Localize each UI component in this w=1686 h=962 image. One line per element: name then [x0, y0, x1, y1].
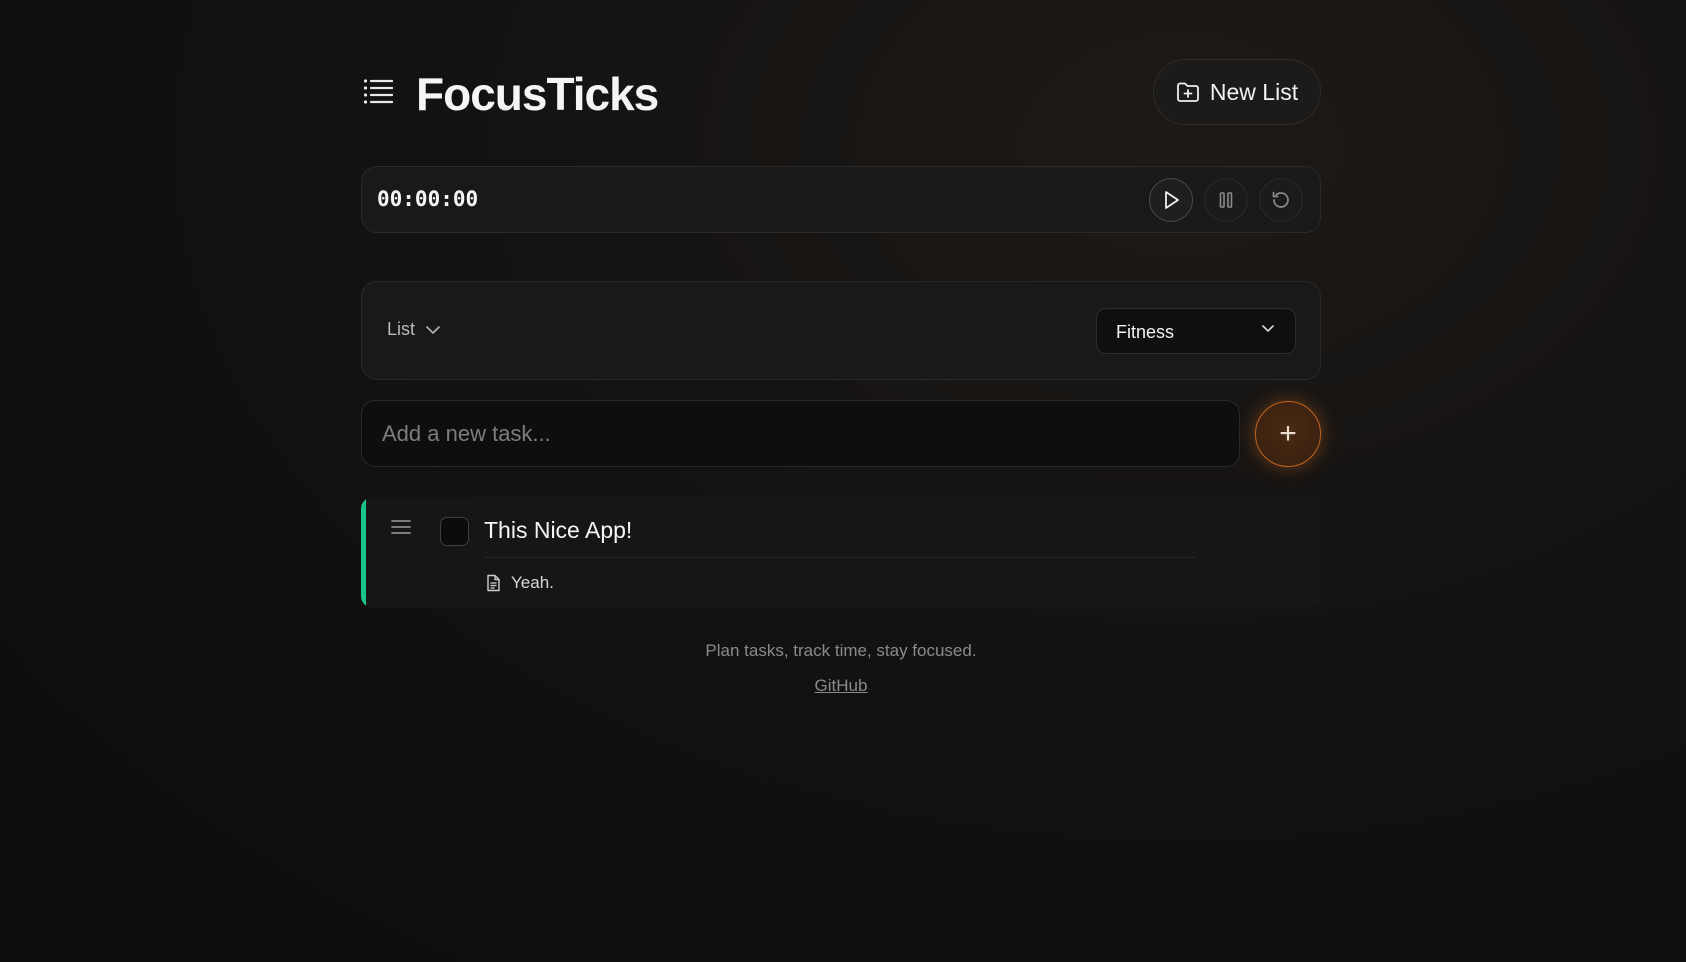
new-list-button[interactable]: New List [1153, 59, 1321, 125]
list-select[interactable]: Fitness [1096, 308, 1296, 354]
task-note: Yeah. [511, 573, 554, 592]
list-selector-card: List Fitness [361, 281, 1321, 380]
play-icon [1165, 191, 1179, 209]
footer-tagline: Plan tasks, track time, stay focused. [705, 641, 977, 660]
drag-handle-icon [391, 520, 411, 534]
github-link[interactable]: GitHub [815, 676, 868, 695]
drag-handle[interactable] [391, 519, 411, 540]
header: FocusTicks New List [361, 59, 1321, 125]
folder-plus-icon [1176, 82, 1199, 102]
task-title[interactable]: This Nice App! [484, 517, 632, 544]
chevron-down-icon [1262, 325, 1274, 332]
list-toggle-label: List [387, 319, 416, 339]
plus-icon: + [1279, 417, 1297, 450]
footer-link-container: GitHub [361, 676, 1321, 696]
play-button[interactable] [1149, 178, 1193, 222]
task-divider [484, 557, 1196, 558]
list-select-value: Fitness [1116, 322, 1175, 342]
task-checkbox[interactable] [440, 517, 469, 546]
menu-button[interactable] [363, 78, 394, 106]
new-task-input[interactable] [361, 400, 1240, 467]
task-item: This Nice App! Yeah. [361, 497, 1321, 608]
note-icon [487, 574, 500, 592]
app-title: FocusTicks [416, 68, 659, 120]
add-task-button[interactable]: + [1255, 401, 1321, 467]
new-list-label: New List [1209, 78, 1299, 105]
list-toggle[interactable]: List [387, 319, 441, 340]
timer-display: 00:00:00 [377, 187, 479, 211]
pause-button[interactable] [1204, 178, 1248, 222]
menu-list-icon [363, 79, 394, 104]
timer-card: 00:00:00 [361, 166, 1321, 233]
reset-button[interactable] [1259, 178, 1303, 222]
chevron-down-icon [426, 325, 440, 334]
pause-icon [1219, 192, 1233, 208]
task-accent-bar [361, 497, 366, 608]
reset-icon [1272, 191, 1289, 208]
